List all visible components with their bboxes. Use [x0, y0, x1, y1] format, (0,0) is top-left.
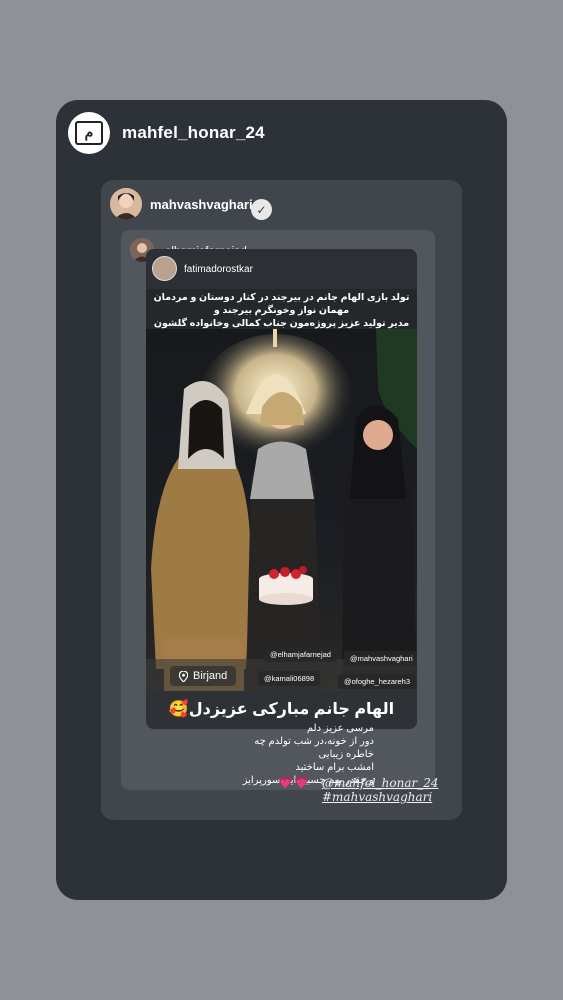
- outer-username[interactable]: mahfel_honar_24: [122, 123, 265, 143]
- heart-emoji: 💗💗: [278, 775, 310, 789]
- caption-line: مهمان نواز وخونگرم بیرجند و: [213, 305, 350, 316]
- story-username[interactable]: fatimadorostkar: [184, 264, 253, 275]
- story-caption: تولد بازی الهام جانم در بیرجند در کنار د…: [152, 291, 411, 330]
- story-content[interactable]: fatimadorostkar تولد بازی الهام جانم در …: [146, 249, 417, 729]
- reply-line: دور از خونه،در شب تولدم چه خاطره زیبایی: [254, 736, 374, 760]
- reply-line: مرسی عزیز دلم: [306, 723, 374, 734]
- mention-tag[interactable]: @elhamjafarnejad: [264, 647, 337, 662]
- credit-hashtag-link[interactable]: #mahvashvaghari: [322, 790, 438, 804]
- credit-mention-link[interactable]: @mahfel_honar_24: [322, 776, 438, 790]
- mention-tag[interactable]: @ofoghe_hezareh3: [338, 674, 416, 689]
- location-sticker[interactable]: Birjand: [170, 666, 237, 686]
- location-label: Birjand: [193, 670, 228, 682]
- verified-check-icon: ✓: [251, 199, 272, 220]
- caption-line: تولد بازی الهام جانم در بیرجند در کنار د…: [153, 292, 410, 303]
- outer-avatar[interactable]: م: [68, 112, 110, 154]
- reply-line: امشب برام ساختید: [295, 762, 374, 773]
- repost-avatar[interactable]: [110, 188, 142, 220]
- group-photo: @elhamjafarnejad @mahvashvaghari @kamali…: [146, 329, 417, 691]
- story-avatar[interactable]: [152, 256, 177, 281]
- location-pin-icon: [179, 670, 188, 682]
- logo-icon: م: [75, 121, 103, 145]
- mention-tag[interactable]: @mahvashvaghari: [344, 651, 417, 666]
- repost-username[interactable]: mahvashvaghari: [150, 197, 253, 212]
- mention-tag[interactable]: @kamali06898: [258, 671, 321, 686]
- credits[interactable]: @mahfel_honar_24 #mahvashvaghari: [322, 776, 438, 804]
